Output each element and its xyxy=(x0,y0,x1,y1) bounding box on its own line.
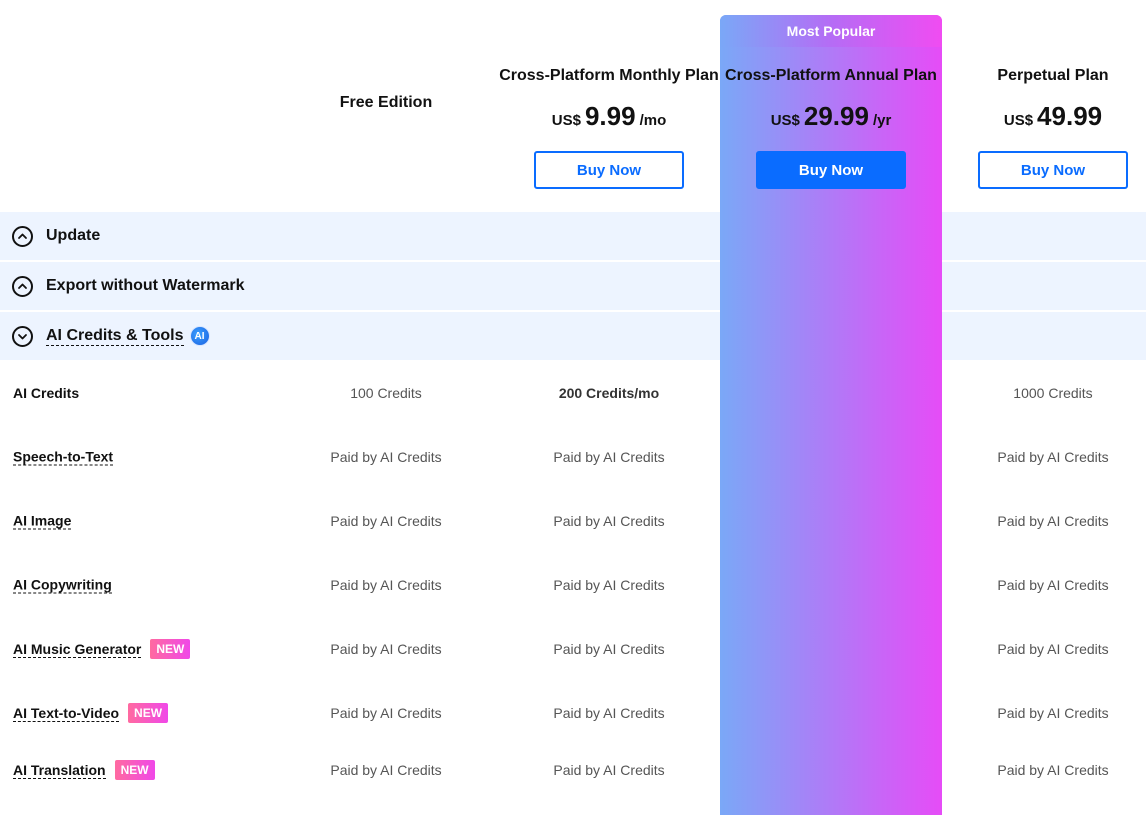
cell-free: Paid by AI Credits xyxy=(330,705,442,721)
price-monthly: US$ 9.99/mo xyxy=(552,101,666,132)
cell-monthly: 200 Credits/mo xyxy=(558,385,660,401)
cell-annual: Paid by AI Credits xyxy=(775,449,887,465)
cell-free: Paid by AI Credits xyxy=(330,513,442,529)
section-label: Export without Watermark xyxy=(46,277,245,294)
cell-monthly: Paid by AI Credits xyxy=(553,705,665,721)
feature-name[interactable]: AI Copywriting xyxy=(13,577,112,594)
cell-free: Paid by AI Credits xyxy=(330,641,442,657)
feature-row-ai-music-generator: AI Music Generator NEW Paid by AI Credits… xyxy=(0,617,1146,681)
feature-name[interactable]: Speech-to-Text xyxy=(13,449,114,466)
feature-label[interactable]: AI Music Generator xyxy=(13,641,142,658)
cell-annual: Paid by AI Credits xyxy=(775,705,887,721)
cell-annual: 200 Credits/mo xyxy=(780,385,882,401)
new-badge: NEW xyxy=(128,703,169,723)
cell-perpetual: 1000 Credits xyxy=(1013,385,1093,401)
most-popular-badge: Most Popular xyxy=(720,15,942,47)
section-ai-credits-tools[interactable]: AI Credits & Tools AI xyxy=(0,312,1146,360)
cell-perpetual: Paid by AI Credits xyxy=(997,641,1109,657)
cell-perpetual: Paid by AI Credits xyxy=(997,705,1109,721)
new-badge: NEW xyxy=(114,760,155,780)
cell-free: 100 Credits xyxy=(350,385,422,401)
cell-perpetual: Paid by AI Credits xyxy=(997,449,1109,465)
cell-monthly: Paid by AI Credits xyxy=(553,762,665,778)
price-period: /yr xyxy=(872,112,892,129)
feature-row-ai-translation: AI Translation NEW Paid by AI Credits Pai… xyxy=(0,738,1146,802)
price-amount: 9.99 xyxy=(584,101,636,131)
feature-label[interactable]: AI Copywriting xyxy=(13,577,112,594)
plan-title-monthly: Cross-Platform Monthly Plan xyxy=(499,67,719,84)
price-annual: US$ 29.99/yr xyxy=(771,101,892,132)
cell-annual: Paid by AI Credits xyxy=(775,641,887,657)
cell-free: Paid by AI Credits xyxy=(330,449,442,465)
new-badge: NEW xyxy=(150,639,191,659)
section-label: AI Credits & Tools xyxy=(46,326,184,346)
feature-name: AI Credits xyxy=(13,385,79,401)
feature-label[interactable]: AI Text-to-Video xyxy=(13,705,120,722)
plan-title-annual: Cross-Platform Annual Plan xyxy=(725,67,937,84)
price-currency: US$ xyxy=(1003,112,1034,129)
price-currency: US$ xyxy=(770,112,800,129)
section-export-without-watermark[interactable]: Export without Watermark xyxy=(0,262,1146,310)
feature-row-ai-text-to-video: AI Text-to-Video NEW Paid by AI Credits P… xyxy=(0,681,1146,745)
cell-annual: Paid by AI Credits xyxy=(775,577,887,593)
price-currency: US$ xyxy=(551,112,581,129)
feature-name[interactable]: AI Image xyxy=(13,513,72,530)
cell-monthly: Paid by AI Credits xyxy=(553,513,665,529)
price-perpetual: US$ 49.99 xyxy=(1004,101,1102,132)
cell-perpetual: Paid by AI Credits xyxy=(997,513,1109,529)
buy-now-button-annual[interactable]: Buy Now xyxy=(756,151,906,189)
cell-monthly: Paid by AI Credits xyxy=(553,641,665,657)
feature-name[interactable]: AI Music Generator NEW xyxy=(13,639,191,659)
cell-annual: Paid by AI Credits xyxy=(775,513,887,529)
buy-now-button-monthly[interactable]: Buy Now xyxy=(534,151,684,189)
feature-label[interactable]: AI Translation xyxy=(13,762,106,779)
feature-label: AI Credits xyxy=(13,385,80,401)
feature-row-ai-credits: AI Credits 100 Credits 200 Credits/mo 20… xyxy=(0,361,1146,425)
feature-row-speech-to-text: Speech-to-Text Paid by AI Credits Paid b… xyxy=(0,425,1146,489)
feature-row-ai-image: AI Image Paid by AI Credits Paid by AI C… xyxy=(0,489,1146,553)
feature-name[interactable]: AI Text-to-Video NEW xyxy=(13,703,169,723)
cell-free: Paid by AI Credits xyxy=(330,577,442,593)
section-update[interactable]: Update xyxy=(0,212,1146,260)
price-period: /mo xyxy=(639,112,667,129)
cell-annual: Paid by AI Credits xyxy=(775,762,887,778)
feature-name[interactable]: AI Translation NEW xyxy=(13,760,155,780)
plan-title-perpetual: Perpetual Plan xyxy=(997,67,1109,84)
feature-label[interactable]: AI Image xyxy=(13,513,72,530)
chevron-up-icon xyxy=(12,225,33,247)
section-label: Update xyxy=(46,227,101,244)
buy-now-button-perpetual[interactable]: Buy Now xyxy=(978,151,1128,189)
cell-perpetual: Paid by AI Credits xyxy=(997,577,1109,593)
cell-free: Paid by AI Credits xyxy=(330,762,442,778)
feature-label[interactable]: Speech-to-Text xyxy=(13,449,114,466)
chevron-up-icon xyxy=(12,275,33,297)
feature-row-ai-copywriting: AI Copywriting Paid by AI Credits Paid b… xyxy=(0,553,1146,617)
cell-perpetual: Paid by AI Credits xyxy=(997,762,1109,778)
price-amount: 29.99 xyxy=(803,101,869,131)
plan-title-free: Free Edition xyxy=(339,94,433,111)
ai-icon: AI xyxy=(189,326,210,346)
chevron-down-icon xyxy=(12,325,33,347)
cell-monthly: Paid by AI Credits xyxy=(553,577,665,593)
cell-monthly: Paid by AI Credits xyxy=(553,449,665,465)
price-amount: 49.99 xyxy=(1037,101,1103,131)
